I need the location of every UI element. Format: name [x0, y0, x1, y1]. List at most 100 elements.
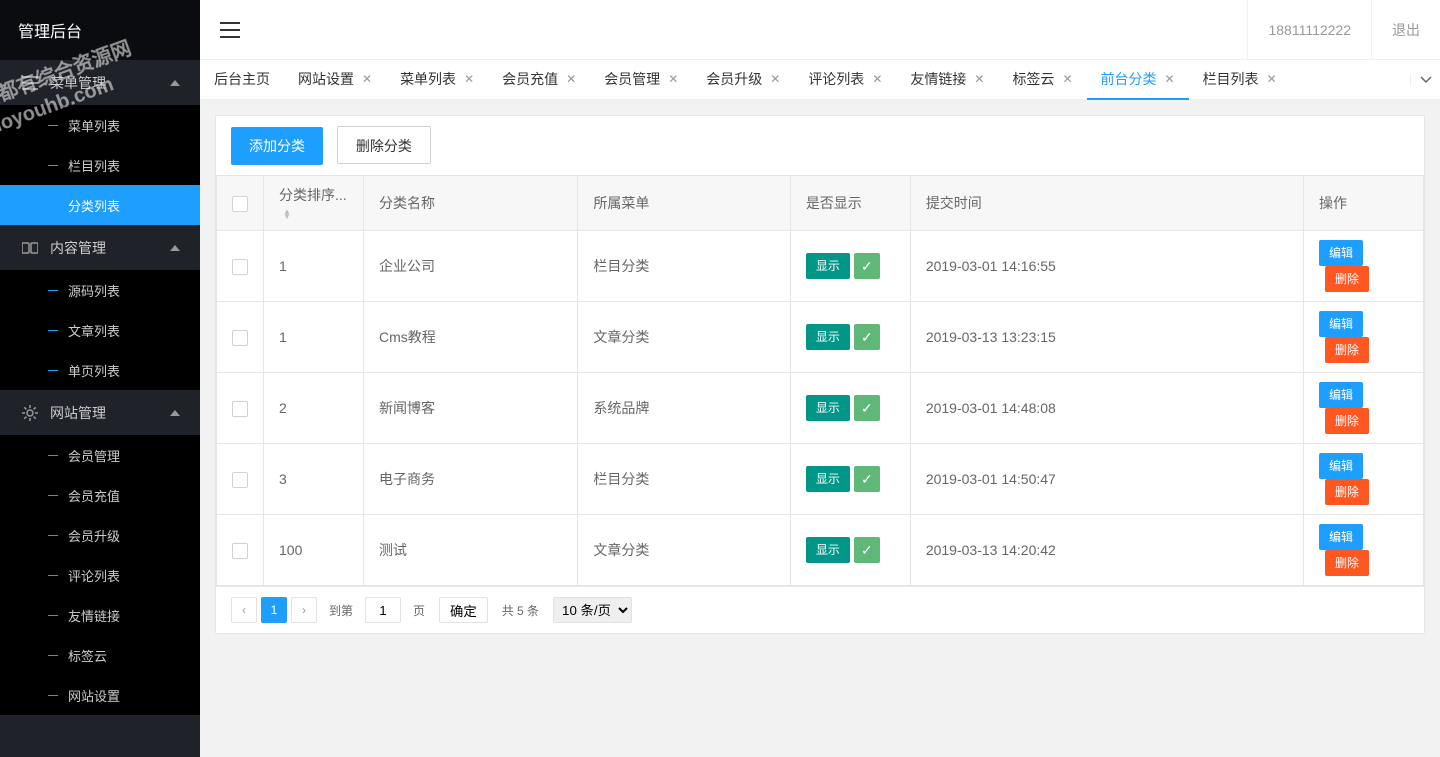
select-all-checkbox[interactable]	[232, 196, 248, 212]
table-row: 100测试文章分类显示✓2019-03-13 14:20:42编辑删除	[217, 515, 1424, 586]
cell-action: 编辑删除	[1304, 231, 1424, 302]
check-icon[interactable]: ✓	[854, 537, 880, 563]
nav-item[interactable]: 会员充值	[0, 475, 200, 515]
cell-action: 编辑删除	[1304, 373, 1424, 444]
close-icon[interactable]: ✕	[1062, 72, 1072, 86]
cell-time: 2019-03-01 14:50:47	[910, 444, 1303, 515]
check-icon[interactable]: ✓	[854, 253, 880, 279]
page-prev-button[interactable]: ‹	[231, 597, 257, 623]
tab[interactable]: 友情链接✕	[896, 60, 998, 100]
page-next-button[interactable]: ›	[291, 597, 317, 623]
nav-item[interactable]: 友情链接	[0, 595, 200, 635]
display-tag: 显示	[806, 466, 850, 492]
page-size-select[interactable]: 10 条/页	[553, 597, 632, 623]
tab[interactable]: 会员管理✕	[590, 60, 692, 100]
cell-sort: 1	[264, 231, 364, 302]
nav-group-label: 内容管理	[50, 238, 106, 258]
nav-item[interactable]: 分类列表	[0, 185, 200, 225]
col-display: 是否显示	[790, 176, 910, 231]
nav-item[interactable]: 栏目列表	[0, 145, 200, 185]
cell-display: 显示✓	[790, 444, 910, 515]
close-icon[interactable]: ✕	[872, 72, 882, 86]
header-logout[interactable]: 退出	[1371, 0, 1440, 60]
cell-menu: 栏目分类	[578, 231, 790, 302]
edit-button[interactable]: 编辑	[1319, 524, 1363, 550]
tabs-more-button[interactable]	[1410, 74, 1440, 86]
sidebar-toggle[interactable]	[200, 0, 260, 60]
tab[interactable]: 会员充值✕	[488, 60, 590, 100]
nav-item[interactable]: 评论列表	[0, 555, 200, 595]
tab[interactable]: 前台分类 ✕	[1087, 60, 1189, 100]
close-icon[interactable]: ✕	[1165, 72, 1175, 86]
cell-action: 编辑删除	[1304, 302, 1424, 373]
tab[interactable]: 栏目列表✕	[1189, 60, 1291, 100]
display-tag: 显示	[806, 324, 850, 350]
delete-button[interactable]: 删除	[1325, 337, 1369, 363]
nav-group-1[interactable]: 内容管理	[0, 225, 200, 270]
nav-item[interactable]: 会员管理	[0, 435, 200, 475]
nav-item[interactable]: 网站设置	[0, 675, 200, 715]
nav-item[interactable]: 标签云	[0, 635, 200, 675]
close-icon[interactable]: ✕	[362, 72, 372, 86]
edit-button[interactable]: 编辑	[1319, 453, 1363, 479]
table-row: 1企业公司栏目分类显示✓2019-03-01 14:16:55编辑删除	[217, 231, 1424, 302]
delete-button[interactable]: 删除	[1325, 479, 1369, 505]
delete-button[interactable]: 删除	[1325, 408, 1369, 434]
sidebar: 管理后台 菜单管理菜单列表栏目列表分类列表内容管理源码列表文章列表单页列表网站管…	[0, 0, 200, 757]
table-row: 1Cms教程文章分类显示✓2019-03-13 13:23:15编辑删除	[217, 302, 1424, 373]
col-name: 分类名称	[364, 176, 578, 231]
nav-group-0[interactable]: 菜单管理	[0, 60, 200, 105]
add-category-button[interactable]: 添加分类	[231, 127, 323, 165]
nav-item[interactable]: 文章列表	[0, 310, 200, 350]
nav-item[interactable]: 单页列表	[0, 350, 200, 390]
check-icon[interactable]: ✓	[854, 324, 880, 350]
page-number-1[interactable]: 1	[261, 597, 287, 623]
close-icon[interactable]: ✕	[770, 72, 780, 86]
tab-label: 前台分类	[1101, 69, 1157, 89]
tab[interactable]: 网站设置 ✕	[284, 60, 386, 100]
tab[interactable]: 后台主页	[200, 60, 284, 100]
close-icon[interactable]: ✕	[464, 72, 474, 86]
tab[interactable]: 菜单列表✕	[386, 60, 488, 100]
nav-group-icon	[20, 76, 40, 90]
nav-group-2[interactable]: 网站管理	[0, 390, 200, 435]
row-checkbox[interactable]	[232, 259, 248, 275]
close-icon[interactable]: ✕	[668, 72, 678, 86]
col-sort[interactable]: 分类排序... ▲▼	[264, 176, 364, 231]
row-checkbox[interactable]	[232, 472, 248, 488]
sort-arrows-icon: ▲▼	[283, 209, 291, 219]
goto-confirm-button[interactable]: 确定	[439, 597, 488, 623]
close-icon[interactable]: ✕	[1267, 72, 1277, 86]
col-action: 操作	[1304, 176, 1424, 231]
cell-sort: 3	[264, 444, 364, 515]
goto-suffix: 页	[413, 602, 425, 619]
row-checkbox[interactable]	[232, 543, 248, 559]
close-icon[interactable]: ✕	[974, 72, 984, 86]
nav-item[interactable]: 源码列表	[0, 270, 200, 310]
delete-button[interactable]: 删除	[1325, 266, 1369, 292]
nav-group-icon	[20, 405, 40, 421]
cell-time: 2019-03-13 13:23:15	[910, 302, 1303, 373]
cell-time: 2019-03-01 14:16:55	[910, 231, 1303, 302]
tab-label: 网站设置	[298, 69, 354, 89]
tab[interactable]: 会员升级✕	[692, 60, 794, 100]
nav-group-label: 网站管理	[50, 403, 106, 423]
close-icon[interactable]: ✕	[566, 72, 576, 86]
row-checkbox[interactable]	[232, 330, 248, 346]
check-icon[interactable]: ✓	[854, 466, 880, 492]
check-icon[interactable]: ✓	[854, 395, 880, 421]
chevron-up-icon	[170, 80, 180, 86]
delete-category-button[interactable]: 删除分类	[337, 126, 431, 164]
edit-button[interactable]: 编辑	[1319, 311, 1363, 337]
row-checkbox[interactable]	[232, 401, 248, 417]
tab[interactable]: 标签云✕	[998, 60, 1086, 100]
table-row: 2新闻博客系统品牌显示✓2019-03-01 14:48:08编辑删除	[217, 373, 1424, 444]
edit-button[interactable]: 编辑	[1319, 240, 1363, 266]
goto-page-input[interactable]	[365, 597, 401, 623]
edit-button[interactable]: 编辑	[1319, 382, 1363, 408]
nav-item[interactable]: 会员升级	[0, 515, 200, 555]
tab[interactable]: 评论列表✕	[794, 60, 896, 100]
delete-button[interactable]: 删除	[1325, 550, 1369, 576]
nav-item[interactable]: 菜单列表	[0, 105, 200, 145]
header-user-phone[interactable]: 18811112222	[1247, 0, 1371, 60]
